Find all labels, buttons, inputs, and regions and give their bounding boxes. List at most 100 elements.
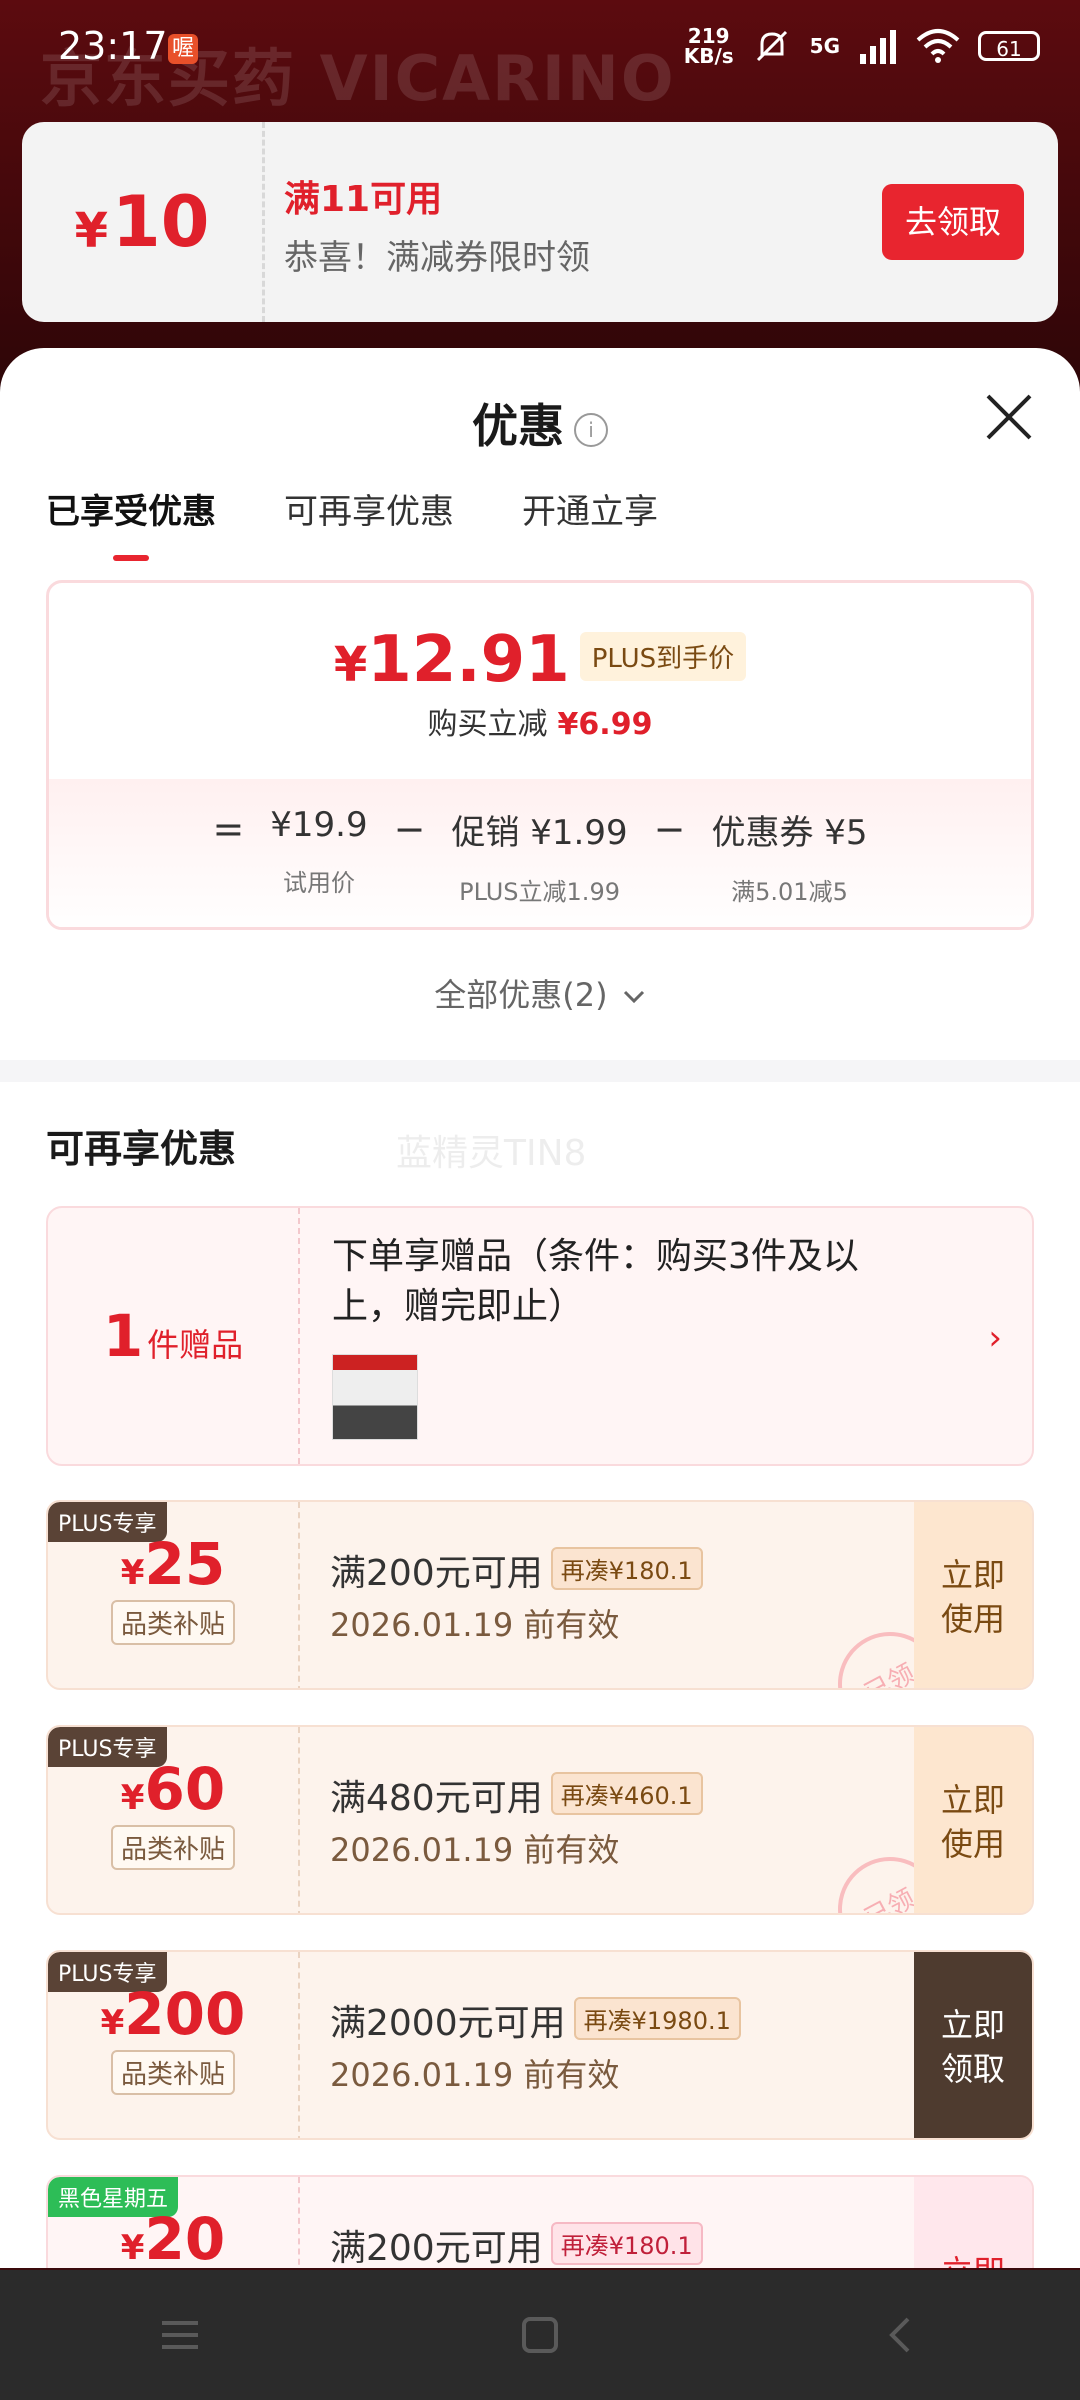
menu-icon[interactable] xyxy=(150,2305,210,2365)
info-icon[interactable]: i xyxy=(574,412,608,447)
coupon-category-tag: 品类补贴 xyxy=(110,1825,235,1870)
coupon-condition: 满200元可用 再凑¥180.1 xyxy=(330,1544,703,1596)
coupon-gap-tag: 再凑¥180.1 xyxy=(550,1547,703,1590)
coupon-condition: 满2000元可用 再凑¥1980.1 xyxy=(330,1994,741,2046)
top-coupon-banner: ¥ 10 满11可用 恭喜！满减券限时领 去领取 xyxy=(22,122,1058,322)
final-price-value: 12.91 xyxy=(367,623,570,697)
section-divider xyxy=(0,1060,1080,1082)
coupon-condition: 满200元可用 再凑¥180.1 xyxy=(330,2219,703,2268)
tab-activate[interactable]: 开通立享 xyxy=(522,484,658,561)
coupon-value: 20 xyxy=(144,2205,226,2268)
status-time: 23:17 xyxy=(58,24,168,68)
coupon-expiry: 2026.01.19 前有效 xyxy=(330,1606,620,1644)
top-coupon-amount: ¥ 10 xyxy=(22,122,262,322)
gift-count-unit: 件赠品 xyxy=(147,1326,244,1364)
chevron-right-icon: › xyxy=(988,1318,1002,1358)
coupon-value: 200 xyxy=(124,1980,246,2048)
gift-offer-card[interactable]: 1 件赠品 下单享赠品（条件：购买3件及以上，赠完即止） › xyxy=(46,1206,1034,1466)
reduce-line: 购买立减 ¥6.99 xyxy=(49,699,1031,743)
breakdown-label: 满5.01减5 xyxy=(731,878,848,906)
minus-sign: − xyxy=(393,807,426,851)
top-coupon-value: 10 xyxy=(111,181,210,263)
reduce-value: ¥6.99 xyxy=(557,707,653,742)
plus-price-tag: PLUS到手价 xyxy=(579,632,747,681)
status-bar: 23:17 喔 219 KB/s 5G 61 xyxy=(0,0,1080,100)
divider xyxy=(298,1727,300,1913)
signal-icon xyxy=(860,30,896,64)
coupon-condition: 满480元可用 再凑¥460.1 xyxy=(330,1769,703,1821)
coupon-expiry: 2026.01.19 前有效 xyxy=(330,2056,620,2094)
discount-sheet: 优惠 i 已享受优惠 可再享优惠 开通立享 ¥12.91 PLUS到手价 购买立减 ¥… xyxy=(0,348,1080,2268)
coupon-yen: ¥ xyxy=(120,2228,145,2268)
breakdown-value: ¥19.9 xyxy=(270,805,368,845)
breakdown-label: PLUS立减1.99 xyxy=(459,878,620,906)
divider xyxy=(298,1208,300,1464)
gift-product-image xyxy=(332,1354,418,1440)
top-coupon-subtitle: 恭喜！满减券限时领 xyxy=(284,238,590,278)
coupon-condition-text: 满2000元可用 xyxy=(330,2003,566,2044)
coupon-gap-tag: 再凑¥1980.1 xyxy=(573,1997,741,2040)
coupon-value: 25 xyxy=(144,1530,226,1598)
tab-more[interactable]: 可再享优惠 xyxy=(284,484,454,561)
claim-now-button[interactable]: 立即 领取 xyxy=(914,1952,1032,2138)
use-now-button[interactable]: 立即 xyxy=(914,2177,1032,2268)
divider xyxy=(262,122,265,322)
coupon-value: 60 xyxy=(144,1755,226,1823)
tab-bar: 已享受优惠 可再享优惠 开通立享 xyxy=(46,484,658,561)
status-icons: 219 KB/s 5G 61 xyxy=(684,26,1040,66)
sheet-title-text: 优惠 xyxy=(472,399,564,453)
all-promotions-label: 全部优惠(2) xyxy=(434,976,608,1014)
divider xyxy=(298,2177,300,2268)
coupon-amount-block: ¥20 xyxy=(48,2205,298,2268)
equals-sign: = xyxy=(212,807,245,851)
coupon-amount-block: ¥25 品类补贴 xyxy=(48,1530,298,1645)
breakdown-trial-price: ¥19.9 试用价 xyxy=(270,805,367,898)
close-icon[interactable] xyxy=(982,390,1036,444)
network-type: 5G xyxy=(809,34,840,58)
battery-indicator: 61 xyxy=(978,31,1040,61)
coupon-amount: ¥25 xyxy=(48,1530,298,1598)
watermark: 蓝精灵TIN8 xyxy=(396,1133,587,1174)
coupon-yen: ¥ xyxy=(120,1553,145,1593)
coupon-card: PLUS专享 ¥200 品类补贴 满2000元可用 再凑¥1980.1 2026.… xyxy=(46,1950,1034,2140)
coupon-category-tag: 品类补贴 xyxy=(110,2050,235,2095)
coupon-gap-tag: 再凑¥460.1 xyxy=(550,1772,703,1815)
price-summary-card: ¥12.91 PLUS到手价 购买立减 ¥6.99 = ¥19.9 试用价 − 促销… xyxy=(46,580,1034,930)
claim-button[interactable]: 去领取 xyxy=(882,184,1024,260)
app-notification-icon: 喔 xyxy=(168,34,198,64)
minus-sign: − xyxy=(653,807,686,851)
system-navigation-bar xyxy=(0,2270,1080,2400)
coupon-expiry: 2026.01.19 前有效 xyxy=(330,1831,620,1869)
final-price: ¥12.91 PLUS到手价 xyxy=(49,623,1031,697)
coupon-yen: ¥ xyxy=(120,1778,145,1818)
all-promotions-toggle[interactable]: 全部优惠(2) xyxy=(0,970,1080,1016)
coupon-card: PLUS专享 ¥25 品类补贴 满200元可用 再凑¥180.1 2026.01.… xyxy=(46,1500,1034,1690)
coupon-card: PLUS专享 ¥60 品类补贴 满480元可用 再凑¥460.1 2026.01.… xyxy=(46,1725,1034,1915)
tab-enjoyed[interactable]: 已享受优惠 xyxy=(46,484,216,561)
coupon-condition-text: 满200元可用 xyxy=(330,2228,543,2268)
gift-description: 下单享赠品（条件：购买3件及以上，赠完即止） xyxy=(332,1236,859,1327)
use-now-button[interactable]: 立即 使用 xyxy=(914,1502,1032,1688)
coupon-amount-block: ¥200 品类补贴 xyxy=(48,1980,298,2095)
divider xyxy=(298,1502,300,1688)
back-icon[interactable] xyxy=(870,2305,930,2365)
coupon-gap-tag: 再凑¥180.1 xyxy=(550,2222,703,2265)
top-coupon-title: 满11可用 xyxy=(284,179,443,220)
reduce-label: 购买立减 xyxy=(427,707,548,742)
network-speed: 219 KB/s xyxy=(683,24,734,68)
breakdown-value: 优惠券 ¥5 xyxy=(711,813,868,853)
breakdown-value: 促销 ¥1.99 xyxy=(451,813,628,853)
breakdown-promotion: 促销 ¥1.99 PLUS立减1.99 xyxy=(451,805,627,907)
home-icon[interactable] xyxy=(510,2305,570,2365)
coupon-condition-text: 满480元可用 xyxy=(330,1778,543,1819)
use-now-button[interactable]: 立即 使用 xyxy=(914,1727,1032,1913)
top-coupon-yen: ¥ xyxy=(74,203,108,259)
mute-icon xyxy=(756,30,787,62)
price-breakdown: = ¥19.9 试用价 − 促销 ¥1.99 PLUS立减1.99 − 优惠券 … xyxy=(49,805,1031,907)
breakdown-label: 试用价 xyxy=(282,869,355,897)
divider xyxy=(298,1952,300,2138)
breakdown-coupon: 优惠券 ¥5 满5.01减5 xyxy=(711,805,867,907)
chevron-down-icon xyxy=(623,990,644,1004)
coupon-amount: ¥20 xyxy=(48,2205,298,2268)
final-price-yen: ¥ xyxy=(333,637,368,693)
